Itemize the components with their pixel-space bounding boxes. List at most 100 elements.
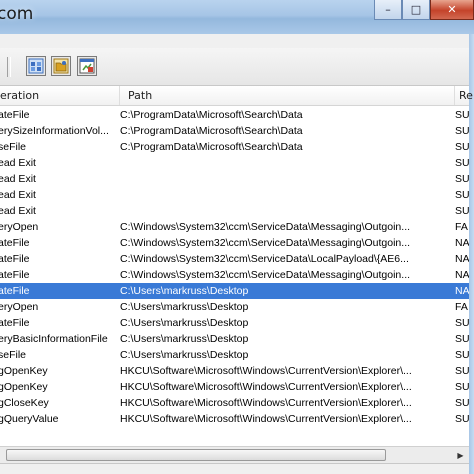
title-bar[interactable]: com – □ ✕ bbox=[0, 0, 474, 34]
operation-cell: seFile bbox=[0, 141, 27, 153]
result-cell: FA bbox=[455, 301, 468, 313]
result-cell: NA bbox=[455, 285, 469, 297]
table-row[interactable]: ateFile C:\Users\markruss\Desktop SU bbox=[0, 315, 469, 331]
table-row[interactable]: seFile C:\ProgramData\Microsoft\Search\Da… bbox=[0, 139, 469, 155]
path-cell: C:\Users\markruss\Desktop bbox=[120, 333, 249, 345]
operation-cell: gOpenKey bbox=[0, 381, 48, 393]
event-list[interactable]: ateFile C:\ProgramData\Microsoft\Search\D… bbox=[0, 106, 469, 446]
horizontal-scrollbar-thumb[interactable] bbox=[6, 449, 386, 461]
path-cell: HKCU\Software\Microsoft\Windows\CurrentV… bbox=[120, 365, 412, 377]
operation-cell: ead Exit bbox=[0, 173, 36, 185]
operation-cell: ateFile bbox=[0, 237, 30, 249]
table-row[interactable]: gCloseKey HKCU\Software\Microsoft\Windows… bbox=[0, 395, 469, 411]
operation-cell: ateFile bbox=[0, 269, 30, 281]
path-cell: HKCU\Software\Microsoft\Windows\CurrentV… bbox=[120, 381, 412, 393]
show-process-activity-button[interactable] bbox=[77, 56, 97, 76]
path-cell: HKCU\Software\Microsoft\Windows\CurrentV… bbox=[120, 397, 412, 409]
table-row[interactable]: ead Exit SU bbox=[0, 171, 469, 187]
table-row[interactable]: ead Exit SU bbox=[0, 155, 469, 171]
operation-cell: eryOpen bbox=[0, 301, 39, 313]
path-cell: C:\Windows\System32\ccm\ServiceData\Loca… bbox=[120, 253, 409, 265]
menu-bar bbox=[0, 34, 469, 48]
table-row[interactable]: ateFile C:\ProgramData\Microsoft\Search\D… bbox=[0, 107, 469, 123]
table-row[interactable]: erySizeInformationVol... C:\ProgramData\M… bbox=[0, 123, 469, 139]
show-filesystem-activity-button[interactable] bbox=[51, 56, 71, 76]
result-cell: SU bbox=[455, 157, 469, 169]
scroll-right-icon[interactable]: ▶ bbox=[452, 447, 469, 463]
window-title: com bbox=[0, 4, 34, 24]
path-cell: C:\Users\markruss\Desktop bbox=[120, 349, 249, 361]
column-header-row: eration Path Re bbox=[0, 86, 473, 106]
minimize-button[interactable]: – bbox=[374, 0, 402, 20]
result-cell: SU bbox=[455, 109, 469, 121]
result-cell: NA bbox=[455, 253, 469, 265]
path-cell: C:\Windows\System32\ccm\ServiceData\Mess… bbox=[120, 221, 411, 233]
table-row-selected[interactable]: ateFile C:\Users\markruss\Desktop NA bbox=[0, 283, 469, 299]
column-header-result[interactable]: Re bbox=[455, 86, 474, 105]
path-cell: C:\Users\markruss\Desktop bbox=[120, 301, 249, 313]
operation-cell: ateFile bbox=[0, 285, 30, 297]
filesystem-filter-icon bbox=[53, 58, 69, 74]
table-row[interactable]: eryOpen C:\Windows\System32\ccm\ServiceDa… bbox=[0, 219, 469, 235]
result-cell: SU bbox=[455, 349, 469, 361]
path-cell: C:\Users\markruss\Desktop bbox=[120, 317, 249, 329]
maximize-button[interactable]: □ bbox=[402, 0, 430, 20]
show-registry-activity-button[interactable] bbox=[26, 56, 46, 76]
operation-cell: eryOpen bbox=[0, 221, 39, 233]
result-cell: SU bbox=[455, 317, 469, 329]
operation-cell: ead Exit bbox=[0, 189, 36, 201]
table-row[interactable]: ateFile C:\Windows\System32\ccm\ServiceDa… bbox=[0, 235, 469, 251]
operation-cell: ateFile bbox=[0, 317, 30, 329]
result-cell: SU bbox=[455, 381, 469, 393]
table-row[interactable]: ateFile C:\Windows\System32\ccm\ServiceDa… bbox=[0, 267, 469, 283]
result-cell: NA bbox=[455, 269, 469, 281]
close-button[interactable]: ✕ bbox=[430, 0, 474, 20]
table-row[interactable]: ead Exit SU bbox=[0, 203, 469, 219]
table-row[interactable]: gQueryValue HKCU\Software\Microsoft\Windo… bbox=[0, 411, 469, 427]
operation-cell: gOpenKey bbox=[0, 365, 48, 377]
table-row[interactable]: ateFile C:\Windows\System32\ccm\ServiceDa… bbox=[0, 251, 469, 267]
path-cell bbox=[120, 187, 450, 203]
result-cell: SU bbox=[455, 205, 469, 217]
table-row[interactable]: gOpenKey HKCU\Software\Microsoft\Windows\… bbox=[0, 363, 469, 379]
column-header-path[interactable]: Path bbox=[124, 86, 455, 105]
result-cell: SU bbox=[455, 141, 469, 153]
operation-cell: ateFile bbox=[0, 109, 30, 121]
path-cell bbox=[120, 427, 450, 443]
operation-cell: erySizeInformationVol... bbox=[0, 125, 109, 137]
table-row[interactable]: seFile C:\Users\markruss\Desktop SU bbox=[0, 347, 469, 363]
path-cell: C:\ProgramData\Microsoft\Search\Data bbox=[120, 141, 303, 153]
result-cell bbox=[455, 427, 469, 443]
column-header-operation[interactable]: eration bbox=[0, 86, 120, 105]
window-controls: – □ ✕ bbox=[374, 0, 474, 20]
registry-filter-icon bbox=[28, 58, 44, 74]
operation-cell bbox=[0, 427, 116, 443]
operation-cell: gCloseKey bbox=[0, 397, 49, 409]
result-cell: SU bbox=[455, 413, 469, 425]
result-cell: SU bbox=[455, 397, 469, 409]
table-row[interactable]: ead Exit SU bbox=[0, 187, 469, 203]
result-cell: SU bbox=[455, 189, 469, 201]
result-cell: FA bbox=[455, 221, 468, 233]
operation-cell: seFile bbox=[0, 349, 27, 361]
operation-cell: ateFile bbox=[0, 253, 30, 265]
operation-cell: eryBasicInformationFile bbox=[0, 333, 108, 345]
path-cell: C:\Windows\System32\ccm\ServiceData\Mess… bbox=[120, 237, 411, 249]
table-row[interactable]: gOpenKey HKCU\Software\Microsoft\Windows\… bbox=[0, 379, 469, 395]
process-filter-icon bbox=[79, 58, 95, 74]
table-row[interactable]: eryBasicInformationFile C:\Users\markruss… bbox=[0, 331, 469, 347]
path-cell: C:\Users\markruss\Desktop bbox=[120, 285, 249, 297]
path-cell bbox=[120, 171, 450, 187]
path-cell bbox=[120, 155, 450, 171]
result-cell: SU bbox=[455, 173, 469, 185]
toolbar-separator bbox=[7, 57, 11, 77]
table-row[interactable] bbox=[0, 427, 469, 443]
result-cell: SU bbox=[455, 365, 469, 377]
path-cell: HKCU\Software\Microsoft\Windows\CurrentV… bbox=[120, 413, 412, 425]
horizontal-scrollbar[interactable]: ▶ bbox=[0, 446, 469, 463]
table-row[interactable]: eryOpen C:\Users\markruss\Desktop FA bbox=[0, 299, 469, 315]
result-cell: SU bbox=[455, 125, 469, 137]
operation-cell: gQueryValue bbox=[0, 413, 59, 425]
path-cell: C:\ProgramData\Microsoft\Search\Data bbox=[120, 125, 303, 137]
operation-cell: ead Exit bbox=[0, 157, 36, 169]
